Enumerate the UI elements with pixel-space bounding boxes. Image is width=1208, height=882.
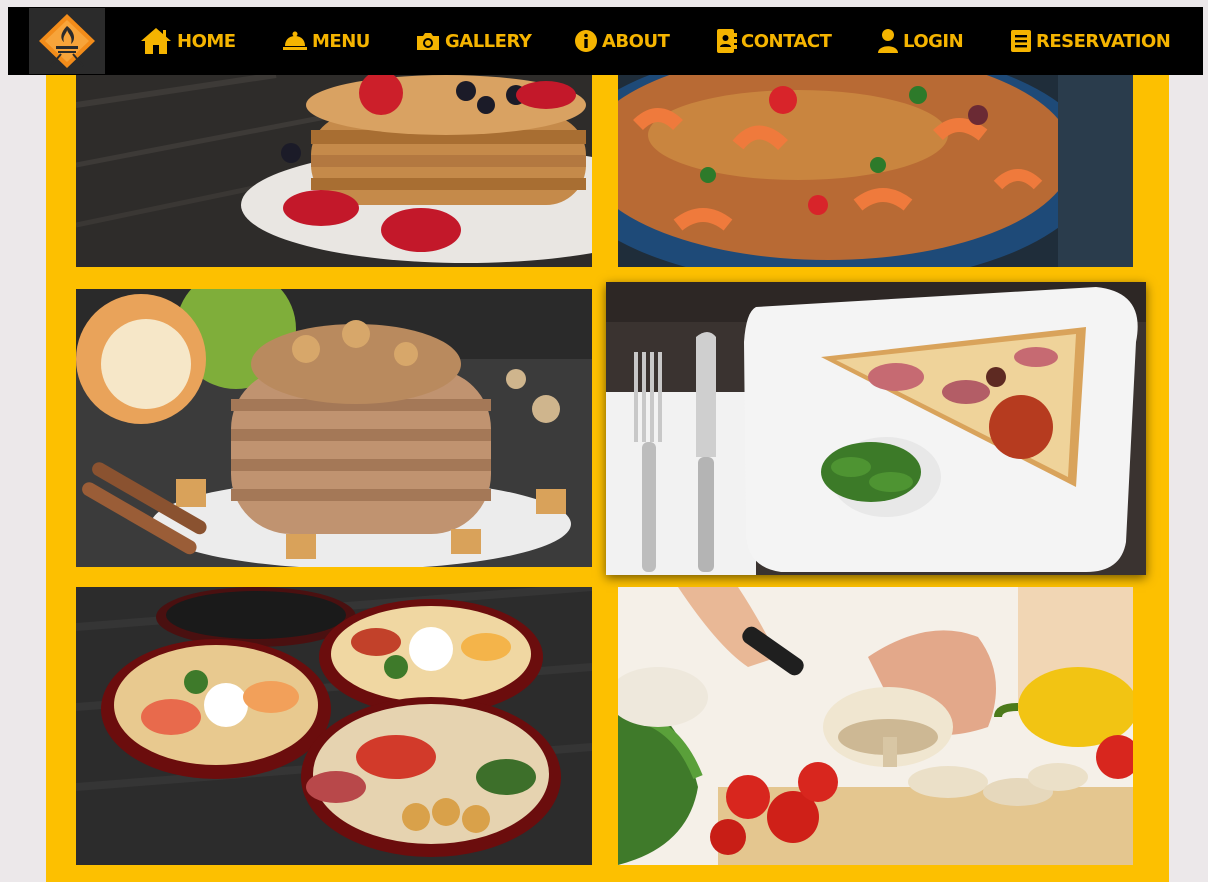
nav-reservation-label: RESERVATION (1036, 30, 1171, 52)
nav-home-label: HOME (177, 30, 236, 52)
nav-login-link[interactable]: LOGIN (877, 7, 964, 75)
sushi-platters-image (76, 587, 592, 865)
gallery-panel (46, 75, 1169, 882)
brand-logo[interactable] (29, 8, 105, 74)
gallery-photo-apple-pancakes[interactable] (76, 289, 592, 567)
nav-gallery-link[interactable]: GALLERY (415, 7, 532, 75)
apple-pancakes-image (76, 289, 592, 567)
pizza-slice-image (606, 282, 1146, 575)
chef-slicing-image (618, 587, 1133, 865)
home-icon (141, 28, 171, 54)
gallery-photo-platters[interactable] (76, 587, 592, 865)
info-icon (575, 30, 597, 52)
nav-home-link[interactable]: HOME (139, 7, 236, 75)
gallery-photo-pizza[interactable] (606, 282, 1146, 575)
main-navbar: HOME MENU GALLERY ABOUT CONTACT LOGIN RE… (8, 7, 1203, 75)
nav-login-label: LOGIN (903, 30, 964, 52)
cloche-icon (283, 31, 307, 50)
list-icon (1011, 30, 1031, 52)
camera-icon (417, 33, 439, 50)
contact-book-icon (717, 29, 737, 53)
nav-gallery-label: GALLERY (445, 30, 532, 52)
nav-contact-link[interactable]: CONTACT (715, 7, 832, 75)
shrimp-paella-image (618, 75, 1133, 267)
pancake-stack-image (76, 75, 592, 267)
nav-menu-label: MENU (312, 30, 370, 52)
nav-about-link[interactable]: ABOUT (574, 7, 670, 75)
gallery-photo-pancakes[interactable] (76, 75, 592, 267)
gallery-photo-chef[interactable] (618, 587, 1133, 865)
nav-reservation-link[interactable]: RESERVATION (1010, 7, 1171, 75)
nav-about-label: ABOUT (602, 30, 670, 52)
nav-menu-link[interactable]: MENU (282, 7, 370, 75)
gallery-photo-paella[interactable] (618, 75, 1133, 267)
flame-grill-logo-icon (39, 14, 95, 68)
user-icon (878, 29, 898, 53)
nav-contact-label: CONTACT (741, 30, 832, 52)
